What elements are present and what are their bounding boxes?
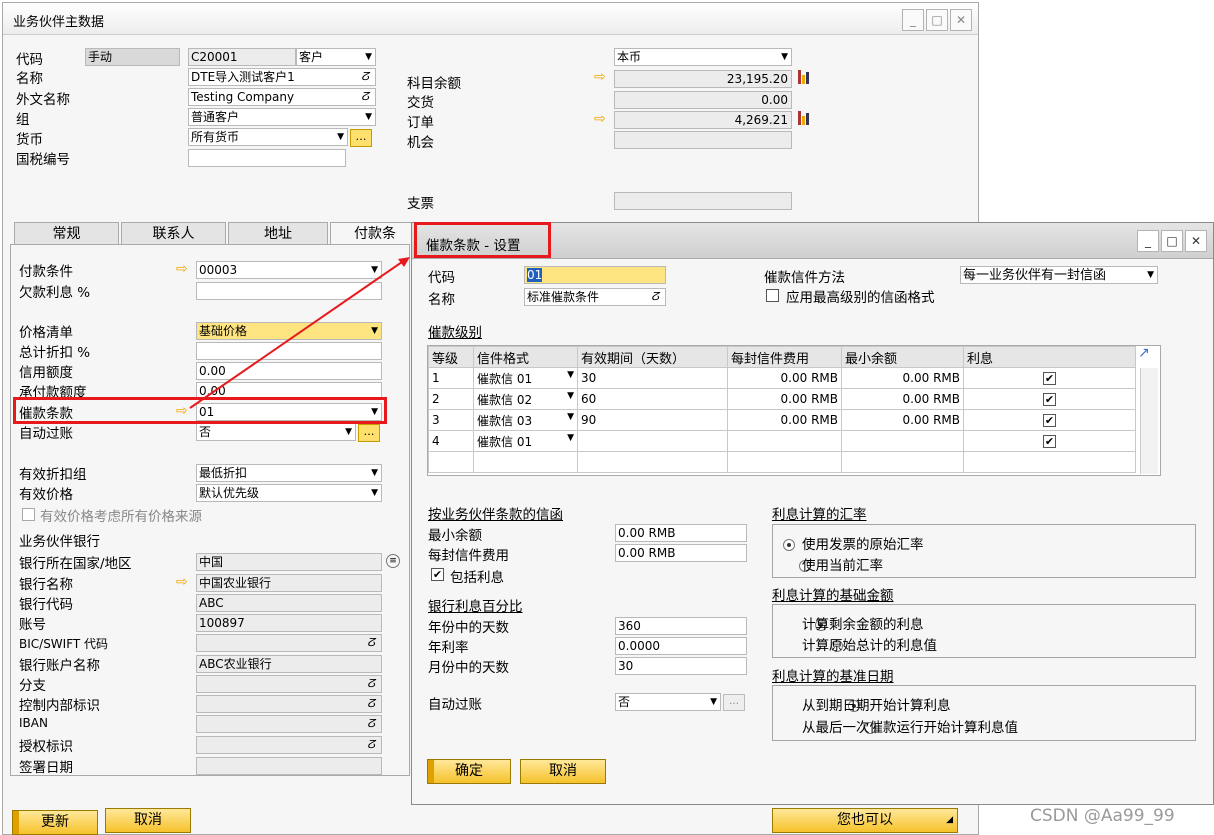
annotation-arrow-icon xyxy=(189,257,410,409)
watermark: CSDN @Aa99_99 xyxy=(1030,806,1175,826)
